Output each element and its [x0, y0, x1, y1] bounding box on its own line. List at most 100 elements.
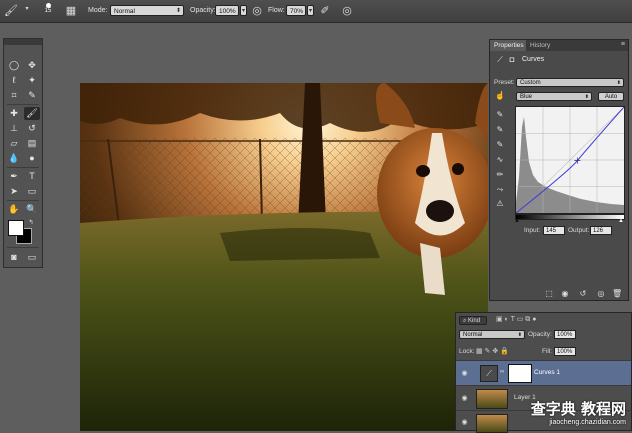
clipping-warning-icon[interactable]: ⚠ — [495, 199, 505, 209]
channel-select-value: Blue — [520, 94, 533, 100]
blur-icon[interactable]: 💧 — [6, 152, 22, 165]
white-slider-handle[interactable]: ▲ — [618, 218, 624, 224]
history-brush-icon[interactable]: ↺ — [24, 122, 40, 135]
tools-panel: ◯ ✥ ℓ ✦ ⌗ ✎ ✚ 🖌 ⊥ ↺ ▱ ▤ 💧 ● ✒ T ➤ ▭ ✋ 🔍 … — [3, 38, 43, 268]
quick-mask-icon[interactable]: ◙ — [6, 251, 22, 264]
foreground-color-swatch[interactable] — [8, 220, 24, 236]
brush-icon[interactable]: 🖌 — [24, 107, 40, 120]
opacity-input[interactable]: 100% — [215, 5, 239, 16]
clone-stamp-icon[interactable]: ⊥ — [6, 122, 22, 135]
chevron-down-icon[interactable]: ▾ — [20, 2, 34, 16]
pen-icon[interactable]: ✒ — [6, 170, 22, 183]
eraser-icon[interactable]: ▱ — [6, 137, 22, 150]
visibility-eye-icon[interactable]: ◉ — [460, 394, 469, 402]
input-field[interactable]: 145 — [543, 226, 565, 235]
move-icon[interactable]: ✥ — [24, 59, 40, 72]
visibility-eye-icon[interactable]: ◉ — [460, 369, 469, 377]
brush-size-value: 15 — [44, 8, 52, 14]
output-field[interactable]: 126 — [590, 226, 612, 235]
zoom-icon[interactable]: 🔍 — [24, 203, 40, 216]
view-previous-state-icon[interactable]: ◉ — [560, 289, 570, 299]
airbrush-icon[interactable]: ✐ — [318, 4, 332, 18]
watermark-title: 查字典 教程网 — [530, 400, 626, 418]
opacity-input-value: 100% — [219, 8, 236, 15]
curves-graph[interactable] — [515, 106, 625, 214]
flow-slider-toggle[interactable]: ▾ — [307, 5, 314, 16]
sample-black-point-icon[interactable]: ✎ — [495, 110, 505, 120]
eyedropper-icon[interactable]: ✎ — [24, 89, 40, 102]
lock-label: Lock: — [459, 348, 475, 355]
preset-select[interactable]: Custom ⬍ — [516, 78, 624, 87]
targeted-adjustment-icon[interactable]: ☝ — [495, 91, 505, 101]
chevron-down-icon: ⬍ — [584, 94, 589, 100]
black-slider-handle[interactable]: ▲ — [514, 218, 520, 224]
layer-filter-value: Kind — [468, 318, 481, 324]
corgi-photo — [80, 83, 488, 431]
layer-mask-thumbnail[interactable] — [508, 364, 532, 383]
crop-icon[interactable]: ⌗ — [6, 89, 22, 102]
sample-gray-point-icon[interactable]: ✎ — [495, 125, 505, 135]
clip-to-layer-icon[interactable]: ⬚ — [544, 289, 554, 299]
smooth-curve-icon[interactable]: ⤳ — [495, 185, 505, 195]
lock-icons[interactable]: ▦ ✎ ✥ 🔒 — [476, 347, 509, 355]
mode-select[interactable]: Normal ⬍ — [110, 5, 184, 16]
delete-trash-icon[interactable]: 🗑 — [612, 289, 622, 299]
layer-mask-icon[interactable]: ◘ — [507, 55, 517, 65]
visibility-eye-icon[interactable]: ◎ — [596, 289, 606, 299]
sample-white-point-icon[interactable]: ✎ — [495, 140, 505, 150]
brush-size-picker[interactable]: 15 — [40, 2, 56, 20]
visibility-eye-icon[interactable]: ◉ — [460, 418, 469, 426]
layer-filter-select[interactable]: ⌕ Kind — [459, 316, 487, 325]
rectangle-shape-icon[interactable]: ▭ — [24, 185, 40, 198]
magic-wand-icon[interactable]: ✦ — [24, 74, 40, 87]
swap-colors-icon[interactable]: ↰ — [26, 217, 36, 230]
lasso-icon[interactable]: ℓ — [6, 74, 22, 87]
opacity-label: Opacity: — [190, 7, 216, 14]
pressure-opacity-icon[interactable]: ◎ — [250, 4, 264, 18]
flow-label: Flow: — [268, 7, 285, 14]
type-icon[interactable]: T — [24, 170, 40, 183]
hand-icon[interactable]: ✋ — [6, 203, 22, 216]
watermark: 查字典 教程网 jiaocheng.chazidian.com — [500, 398, 630, 431]
properties-footer: ⬚ ◉ ↺ ◎ 🗑 — [540, 288, 630, 300]
mode-label: Mode: — [88, 7, 108, 14]
pressure-size-icon[interactable]: ◎ — [340, 4, 354, 18]
flow-input[interactable]: 70% — [286, 5, 306, 16]
healing-brush-icon[interactable]: ✚ — [6, 107, 22, 120]
screen-mode-icon[interactable]: ▭ — [24, 251, 40, 264]
channel-select[interactable]: Blue ⬍ — [516, 92, 592, 101]
fill-input[interactable]: 100% — [554, 347, 576, 356]
layer-opacity-input[interactable]: 100% — [554, 330, 576, 339]
tab-properties[interactable]: Properties — [490, 40, 528, 51]
preset-select-value: Custom — [520, 80, 541, 86]
edit-points-curve-icon[interactable]: ∿ — [495, 155, 505, 165]
fill-label: Fill: — [542, 348, 553, 355]
gradient-icon[interactable]: ▤ — [24, 137, 40, 150]
brush-panel-toggle-icon[interactable]: ▦ — [64, 4, 78, 18]
link-icon[interactable]: ∞ — [500, 369, 504, 375]
blend-mode-value: Normal — [463, 332, 483, 338]
layer-opacity-label: Opacity: — [528, 331, 552, 338]
search-icon: ⌕ — [463, 318, 467, 324]
document-canvas[interactable] — [80, 83, 488, 431]
opacity-slider-toggle[interactable]: ▾ — [240, 5, 247, 16]
flow-input-value: 70% — [290, 8, 304, 15]
layer-row-curves[interactable]: ◉ ⟋ ∞ Curves 1 — [456, 360, 631, 385]
dodge-icon[interactable]: ● — [24, 152, 40, 165]
filter-type-icons[interactable]: ▣ ◐ T ▭ ⧉ ● — [496, 315, 536, 324]
reset-icon[interactable]: ↺ — [578, 289, 588, 299]
draw-curve-pencil-icon[interactable]: ✏ — [495, 170, 505, 180]
path-selection-icon[interactable]: ➤ — [6, 185, 22, 198]
tools-panel-header[interactable] — [4, 39, 42, 45]
chevron-down-icon: ▾ — [308, 8, 312, 14]
curves-graph-svg — [515, 106, 625, 214]
auto-button[interactable]: Auto — [598, 92, 624, 101]
watermark-url: jiaocheng.chazidian.com — [549, 419, 626, 426]
brush-tool-preset-icon[interactable]: 🖌 — [4, 4, 18, 18]
output-label: Output: — [568, 227, 590, 234]
blend-mode-select[interactable]: Normal ⬍ — [459, 330, 525, 339]
curves-adjustment-icon: ⟋ — [497, 55, 503, 64]
marquee-icon[interactable]: ◯ — [6, 59, 22, 72]
panel-menu-icon[interactable]: ≡ — [621, 41, 625, 48]
tab-history[interactable]: History — [526, 40, 555, 51]
